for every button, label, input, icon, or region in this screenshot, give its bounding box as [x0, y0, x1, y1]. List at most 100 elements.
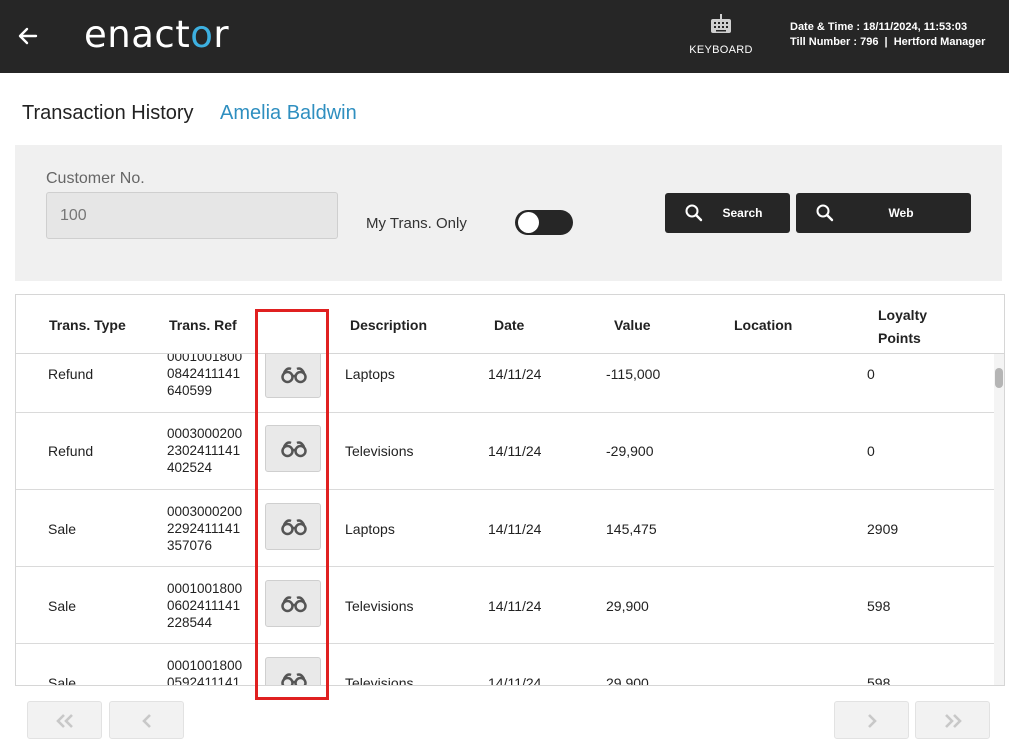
customer-no-input[interactable]: 100 — [46, 192, 338, 239]
cell-value: 145,475 — [606, 521, 657, 537]
binoculars-icon — [281, 441, 307, 458]
cell-trans-ref: 0003000200 2302411141 402524 — [167, 425, 242, 476]
cell-date: 14/11/24 — [488, 521, 542, 537]
session-info: Date & Time : 18/11/2024, 11:53:03 Till … — [790, 20, 985, 50]
ref-line: 0001001800 — [167, 581, 243, 596]
last-page-button[interactable] — [915, 701, 990, 739]
keyboard-icon — [711, 14, 731, 33]
view-transaction-button[interactable] — [265, 580, 321, 627]
chevron-left-icon — [141, 714, 151, 728]
cell-trans-type: Sale — [48, 521, 77, 537]
table-row[interactable]: Sale 0003000200 2292411141 357076 Laptop… — [16, 490, 994, 567]
page-title: Transaction History — [22, 102, 194, 124]
table-row[interactable]: Sale 0001001800 0602411141 228544 Televi… — [16, 567, 994, 644]
view-transaction-button[interactable] — [265, 503, 321, 550]
ref-line: 228544 — [167, 615, 213, 630]
cell-loyalty: 598 — [867, 598, 891, 614]
cell-trans-ref: 0001001800 0842411141 640599 — [167, 354, 242, 399]
cell-loyalty: 0 — [867, 443, 875, 459]
datetime-text: Date & Time : 18/11/2024, 11:53:03 — [790, 21, 968, 33]
cell-value: -115,000 — [606, 366, 661, 382]
my-trans-only-label: My Trans. Only — [366, 215, 467, 232]
cell-date: 14/11/24 — [488, 366, 542, 382]
web-search-button[interactable]: Web — [796, 193, 971, 233]
view-transaction-button[interactable] — [265, 354, 321, 398]
binoculars-icon — [281, 519, 307, 536]
chevron-right-icon — [867, 714, 877, 728]
cell-description: Laptops — [345, 366, 395, 382]
ref-line: 357076 — [167, 538, 213, 553]
double-chevron-right-icon — [944, 714, 962, 728]
table-header: Trans. Type Trans. Ref Description Date … — [16, 295, 1004, 354]
cell-trans-type: Sale — [48, 598, 77, 614]
previous-page-button[interactable] — [109, 701, 184, 739]
ref-line: 0003000200 — [167, 504, 243, 519]
till-text: Till Number : 796 | Hertford Manager — [790, 36, 986, 48]
cell-date: 14/11/24 — [488, 443, 542, 459]
app-header: enactor KEYBOARD Date & Time : 18/11/202… — [0, 0, 1009, 73]
cell-value: 29,900 — [606, 598, 649, 614]
cell-trans-ref: 0001001800 0602411141 228544 — [167, 580, 242, 631]
header-trans-type[interactable]: Trans. Type — [49, 317, 126, 333]
ref-line: 0602411141 — [167, 598, 241, 613]
binoculars-icon — [281, 673, 307, 685]
customer-no-label: Customer No. — [46, 170, 145, 187]
cell-date: 14/11/24 — [488, 675, 542, 686]
customer-name: Amelia Baldwin — [220, 102, 357, 124]
cell-value: -29,900 — [606, 443, 654, 459]
ref-line: 0592411141 — [167, 675, 241, 686]
cell-trans-type: Refund — [48, 366, 94, 382]
ref-line: 0001001800 — [167, 354, 243, 364]
web-label: Web — [888, 206, 914, 220]
my-trans-only-toggle[interactable] — [515, 210, 573, 235]
binoculars-icon — [281, 596, 307, 613]
back-arrow-icon[interactable] — [14, 22, 42, 50]
keyboard-label: KEYBOARD — [689, 44, 753, 56]
header-loyalty-line1: Loyalty — [878, 307, 928, 323]
ref-line: 2302411141 — [167, 443, 241, 458]
keyboard-button[interactable]: KEYBOARD — [686, 13, 756, 56]
table-scrollbar[interactable] — [994, 354, 1004, 685]
header-date[interactable]: Date — [494, 317, 524, 333]
header-trans-ref[interactable]: Trans. Ref — [169, 317, 237, 333]
cell-loyalty: 2909 — [867, 521, 899, 537]
next-page-button[interactable] — [834, 701, 909, 739]
cell-description: Televisions — [345, 443, 414, 459]
cell-trans-type: Refund — [48, 443, 94, 459]
first-page-button[interactable] — [27, 701, 102, 739]
header-loyalty-line2: Points — [878, 330, 921, 346]
ref-line: 0003000200 — [167, 426, 243, 441]
ref-line: 2292411141 — [167, 521, 241, 536]
double-chevron-left-icon — [55, 714, 73, 728]
ref-line: 640599 — [167, 383, 213, 398]
header-value[interactable]: Value — [614, 317, 651, 333]
header-loyalty-points[interactable]: Loyalty Points — [878, 304, 927, 350]
header-location[interactable]: Location — [734, 317, 792, 333]
view-transaction-button[interactable] — [265, 657, 321, 685]
table-row[interactable]: Refund 0001001800 0842411141 640599 Lapt… — [16, 354, 994, 413]
cell-trans-type: Sale — [48, 675, 77, 686]
toggle-knob — [518, 212, 539, 233]
cell-loyalty: 598 — [867, 675, 891, 686]
cell-description: Televisions — [345, 675, 414, 686]
ref-line: 0842411141 — [167, 366, 241, 381]
cell-trans-ref: 0001001800 0592411141 — [167, 657, 243, 686]
cell-loyalty: 0 — [867, 366, 875, 382]
cell-description: Televisions — [345, 598, 414, 614]
ref-line: 402524 — [167, 460, 213, 475]
table-row[interactable]: Sale 0001001800 0592411141 Televisions 1… — [16, 644, 994, 686]
search-button[interactable]: Search — [665, 193, 790, 233]
scrollbar-thumb[interactable] — [995, 368, 1003, 388]
cell-value: 29,900 — [606, 675, 649, 686]
view-transaction-button[interactable] — [265, 425, 321, 472]
cell-trans-ref: 0003000200 2292411141 357076 — [167, 503, 242, 554]
enactor-logo: enactor — [84, 13, 230, 56]
search-label: Search — [722, 206, 763, 220]
cell-date: 14/11/24 — [488, 598, 542, 614]
table-body: Refund 0001001800 0842411141 640599 Lapt… — [16, 354, 994, 686]
cell-description: Laptops — [345, 521, 395, 537]
transaction-table: Trans. Type Trans. Ref Description Date … — [15, 294, 1005, 686]
header-description[interactable]: Description — [350, 317, 427, 333]
ref-line: 0001001800 — [167, 658, 243, 673]
table-row[interactable]: Refund 0003000200 2302411141 402524 Tele… — [16, 413, 994, 490]
